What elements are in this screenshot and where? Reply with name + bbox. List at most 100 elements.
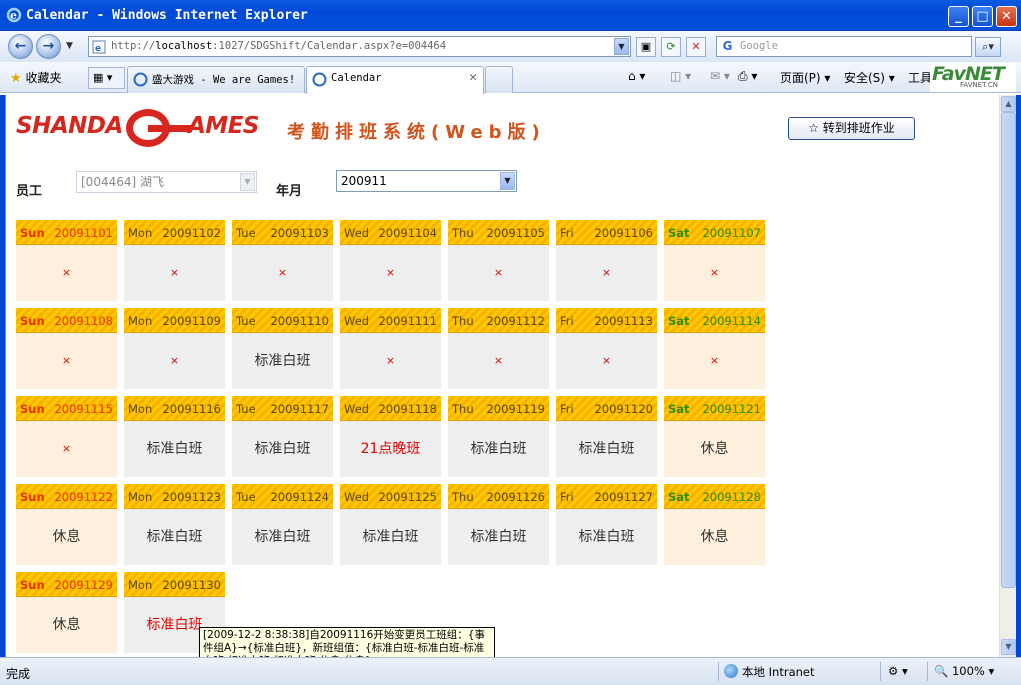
status-divider: [718, 662, 719, 681]
status-bar: 完成 本地 Intranet ⚙ ▾ 🔍 100% ▾: [0, 657, 1021, 685]
calendar-day-cell[interactable]: Sun 20091108 ×: [16, 308, 117, 389]
minimize-button[interactable]: _: [948, 6, 969, 27]
calendar-day-cell[interactable]: Fri 20091120 标准白班: [556, 396, 657, 477]
google-icon: G: [720, 39, 735, 54]
address-dropdown-icon[interactable]: ▼: [614, 38, 629, 55]
ie-page-icon: [133, 72, 148, 87]
scroll-thumb[interactable]: [1001, 112, 1016, 588]
calendar-day-cell[interactable]: Mon 20091109 ×: [124, 308, 225, 389]
zoom-control[interactable]: 🔍 100% ▾: [934, 664, 994, 678]
calendar-day-cell[interactable]: Sun 20091101 ×: [16, 220, 117, 301]
calendar-day-cell[interactable]: Thu 20091105 ×: [448, 220, 549, 301]
calendar-day-cell[interactable]: Wed 20091111 ×: [340, 308, 441, 389]
calendar-day-cell[interactable]: Thu 20091126 标准白班: [448, 484, 549, 565]
page-content: SHANDA AMES 考勤排班系统(Web版) ☆ 转到排班作业 员工 [00…: [5, 95, 999, 657]
calendar-day-cell[interactable]: Wed 20091104 ×: [340, 220, 441, 301]
scroll-down-icon[interactable]: ▼: [1001, 639, 1016, 655]
calendar-day-cell[interactable]: Wed 20091125 标准白班: [340, 484, 441, 565]
vertical-scrollbar[interactable]: ▲ ▼: [999, 95, 1016, 657]
refresh-icon[interactable]: ⟳: [661, 37, 681, 57]
day-date: 20091122: [54, 490, 113, 504]
day-header: Mon 20091130: [124, 572, 225, 597]
close-window-button[interactable]: ✕: [996, 6, 1017, 27]
chevron-down-icon[interactable]: ▼: [500, 172, 515, 190]
scroll-up-icon[interactable]: ▲: [1001, 96, 1016, 112]
calendar-day-cell[interactable]: Mon 20091123 标准白班: [124, 484, 225, 565]
home-icon[interactable]: ⌂ ▾: [628, 69, 645, 83]
shift-label: 标准白班: [448, 421, 549, 477]
goto-schedule-button[interactable]: ☆ 转到排班作业: [788, 117, 915, 140]
calendar-day-cell[interactable]: Tue 20091117 标准白班: [232, 396, 333, 477]
month-select[interactable]: 200911 ▼: [336, 170, 517, 192]
calendar-day-cell[interactable]: Thu 20091119 标准白班: [448, 396, 549, 477]
compat-view-icon[interactable]: ▣: [636, 37, 656, 57]
day-of-week: Sat: [668, 314, 690, 328]
address-input[interactable]: e http://localhost:1027/SDGShift/Calenda…: [88, 36, 631, 57]
day-date: 20091101: [54, 226, 113, 240]
svg-text:e: e: [95, 44, 101, 54]
day-header: Fri 20091127: [556, 484, 657, 509]
logo-g-bar: [148, 125, 192, 132]
tools-menu[interactable]: 工具: [908, 69, 932, 86]
feeds-icon[interactable]: ◫ ▾: [670, 69, 691, 83]
shift-label: ×: [340, 333, 441, 389]
day-date: 20091119: [486, 402, 545, 416]
ie-page-icon: [312, 72, 327, 87]
calendar-day-cell[interactable]: Tue 20091103 ×: [232, 220, 333, 301]
calendar-day-cell[interactable]: Mon 20091116 标准白班: [124, 396, 225, 477]
protected-mode-icon[interactable]: ⚙ ▾: [888, 664, 908, 678]
calendar-day-cell[interactable]: Fri 20091113 ×: [556, 308, 657, 389]
mail-icon[interactable]: ✉ ▾: [710, 69, 730, 83]
calendar-day-cell[interactable]: Sun 20091115 ×: [16, 396, 117, 477]
calendar-day-cell[interactable]: Fri 20091127 标准白班: [556, 484, 657, 565]
calendar-day-cell[interactable]: Wed 20091118 21点晚班: [340, 396, 441, 477]
calendar-day-cell[interactable]: Mon 20091102 ×: [124, 220, 225, 301]
day-header: Sat 20091121: [664, 396, 765, 421]
tab-shanda[interactable]: 盛大游戏 - We are Games!: [127, 66, 305, 93]
zone-label: 本地 Intranet: [742, 665, 815, 679]
shift-label: 标准白班: [232, 333, 333, 389]
day-date: 20091108: [54, 314, 113, 328]
calendar-day-cell[interactable]: Sun 20091129 休息: [16, 572, 117, 653]
back-button[interactable]: ←: [8, 34, 33, 59]
safety-menu[interactable]: 安全(S) ▾: [844, 69, 895, 86]
day-of-week: Fri: [560, 490, 574, 504]
day-date: 20091112: [486, 314, 545, 328]
calendar-day-cell[interactable]: Tue 20091110 标准白班: [232, 308, 333, 389]
search-input[interactable]: G Google: [716, 36, 972, 57]
day-date: 20091111: [378, 314, 437, 328]
close-tab-icon[interactable]: ✕: [469, 70, 477, 85]
quick-tabs-button[interactable]: ▦ ▾: [88, 67, 125, 89]
new-tab-button[interactable]: [485, 66, 513, 93]
day-of-week: Fri: [560, 402, 574, 416]
employee-label: 员工: [16, 184, 43, 199]
history-dropdown-icon[interactable]: ▼: [66, 41, 73, 51]
shift-label: 21点晚班: [340, 421, 441, 477]
favorites-button[interactable]: ★ 收藏夹: [10, 69, 62, 86]
day-of-week: Sat: [668, 402, 690, 416]
shift-label: 休息: [16, 509, 117, 565]
star-icon: ★: [10, 71, 22, 86]
day-of-week: Tue: [236, 226, 256, 240]
tab-calendar[interactable]: Calendar ✕: [306, 66, 484, 94]
page-menu[interactable]: 页面(P) ▾: [780, 69, 830, 86]
calendar-day-cell[interactable]: Sat 20091114 ×: [664, 308, 765, 389]
day-date: 20091105: [486, 226, 545, 240]
calendar-day-cell[interactable]: Sun 20091122 休息: [16, 484, 117, 565]
status-text: 完成: [6, 667, 31, 681]
calendar-day-cell[interactable]: Sat 20091121 休息: [664, 396, 765, 477]
calendar-day-cell[interactable]: Thu 20091112 ×: [448, 308, 549, 389]
calendar-day-cell[interactable]: Tue 20091124 标准白班: [232, 484, 333, 565]
calendar-day-cell[interactable]: Sat 20091128 休息: [664, 484, 765, 565]
forward-button[interactable]: →: [36, 34, 61, 59]
shift-label: ×: [16, 333, 117, 389]
day-date: 20091110: [270, 314, 329, 328]
day-header: Sat 20091114: [664, 308, 765, 333]
print-icon[interactable]: ⎙ ▾: [738, 69, 757, 84]
calendar-day-cell[interactable]: Sat 20091107 ×: [664, 220, 765, 301]
maximize-button[interactable]: □: [972, 6, 993, 27]
search-button[interactable]: ⌕▾: [975, 37, 1001, 57]
stop-icon[interactable]: ✕: [686, 37, 706, 57]
day-date: 20091114: [702, 314, 761, 328]
calendar-day-cell[interactable]: Fri 20091106 ×: [556, 220, 657, 301]
